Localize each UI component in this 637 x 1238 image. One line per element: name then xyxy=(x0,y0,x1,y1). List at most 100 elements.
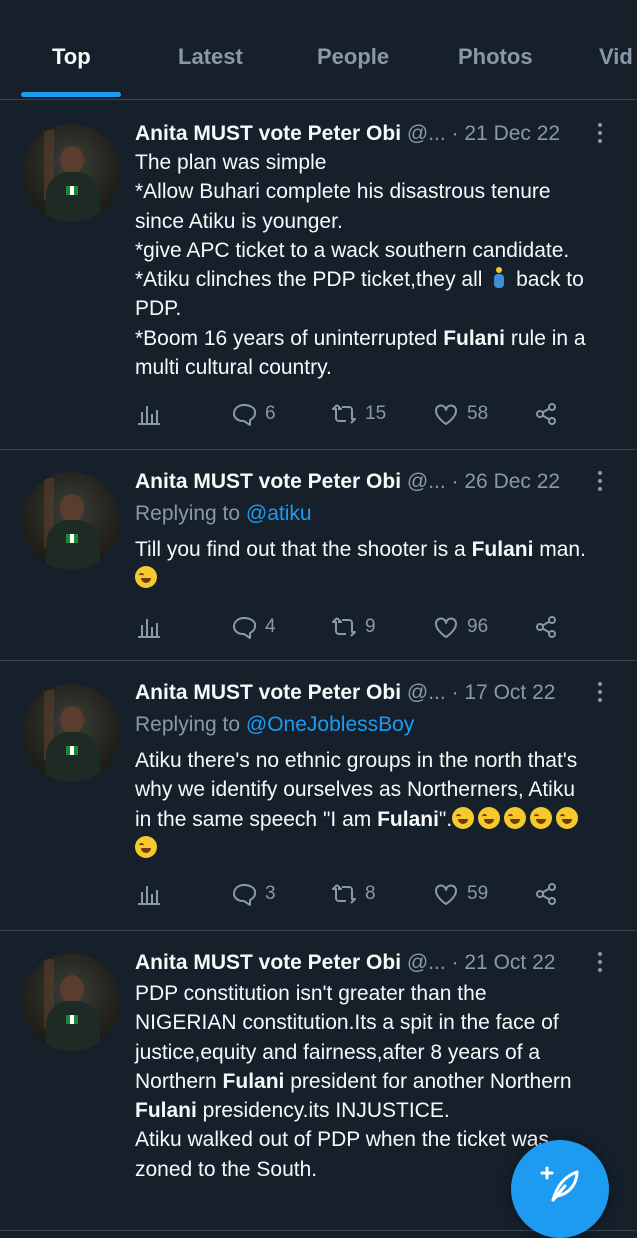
text-run: man. xyxy=(533,538,586,561)
avatar[interactable] xyxy=(22,124,120,222)
share-button[interactable] xyxy=(533,399,559,429)
text-run: Till you find out that the shooter is a xyxy=(135,538,472,561)
retweet-icon xyxy=(332,617,356,637)
tweet-text-line xyxy=(135,564,625,593)
replying-to-label: Replying to xyxy=(135,502,246,525)
text-run: back to xyxy=(510,268,584,292)
laughing-emoji-icon xyxy=(135,835,157,858)
more-dots-icon[interactable] xyxy=(596,952,604,976)
tweet-text-line: *give APC ticket to a wack southern cand… xyxy=(135,236,625,265)
reply-button[interactable]: 3 xyxy=(231,879,276,909)
heart-icon xyxy=(435,617,457,638)
like-button[interactable]: 58 xyxy=(433,399,488,429)
views-button[interactable] xyxy=(135,879,161,909)
author-name[interactable]: Anita MUST vote Peter Obi xyxy=(135,681,401,704)
author-handle[interactable]: @... xyxy=(401,951,446,974)
tweet-date[interactable]: 21 Dec 22 xyxy=(464,122,560,145)
tweet-text: Till you find out that the shooter is a … xyxy=(135,535,625,594)
highlighted-keyword: Fulani xyxy=(443,326,506,350)
text-run: *Allow Buhari complete his disastrous te… xyxy=(135,180,551,204)
tweet-date[interactable]: 26 Dec 22 xyxy=(464,470,560,493)
separator-dot: · xyxy=(445,681,465,704)
replies-count: 3 xyxy=(265,883,276,904)
views-button[interactable] xyxy=(135,399,161,429)
search-tabs: Top Latest People Photos Vid xyxy=(0,0,637,100)
speech-bubble-icon xyxy=(233,617,257,639)
reply-button[interactable]: 6 xyxy=(231,399,276,429)
separator-dot: · xyxy=(445,951,465,974)
tab-latest[interactable]: Latest xyxy=(178,44,243,70)
more-dots-icon[interactable] xyxy=(596,471,604,495)
text-run: since Atiku is younger. xyxy=(135,209,343,233)
author-name[interactable]: Anita MUST vote Peter Obi xyxy=(135,951,401,974)
highlighted-keyword: Fulani xyxy=(222,1069,285,1093)
share-button[interactable] xyxy=(533,879,559,909)
replying-to: Replying to @OneJoblessBoy xyxy=(135,713,414,737)
avatar[interactable] xyxy=(22,684,120,782)
author-handle[interactable]: @... xyxy=(401,681,446,704)
like-button[interactable]: 96 xyxy=(433,612,488,642)
replies-count: 4 xyxy=(265,616,276,637)
tweet-actions: 3 8 59 xyxy=(135,879,605,909)
speech-bubble-icon xyxy=(233,884,257,906)
laughing-emoji-icon xyxy=(556,806,579,829)
tweet-date[interactable]: 21 Oct 22 xyxy=(464,951,555,974)
bar-chart-icon xyxy=(138,406,160,425)
tweet-text-line: PDP constitution isn't greater than the xyxy=(135,979,625,1008)
views-button[interactable] xyxy=(135,612,161,642)
tab-people[interactable]: People xyxy=(317,44,389,70)
text-run: Atiku there's no ethnic groups in the no… xyxy=(135,749,578,772)
separator-dot: · xyxy=(445,122,465,145)
text-run: president for another Northern xyxy=(284,1069,572,1093)
bar-chart-icon xyxy=(138,886,160,905)
text-run: justice,equity and fairness,after 8 year… xyxy=(135,1040,541,1064)
tweet-header: Anita MUST vote Peter Obi @... · 17 Oct … xyxy=(135,681,555,705)
author-name[interactable]: Anita MUST vote Peter Obi xyxy=(135,122,401,145)
tweet-text-line: *Atiku clinches the PDP ticket,they all … xyxy=(135,265,625,294)
tweet-header: Anita MUST vote Peter Obi @... · 26 Dec … xyxy=(135,470,560,494)
retweet-icon xyxy=(332,404,356,424)
tab-videos[interactable]: Vid xyxy=(599,44,633,70)
mention-link[interactable]: @atiku xyxy=(246,502,312,525)
tweet[interactable]: Anita MUST vote Peter Obi @... · 17 Oct … xyxy=(0,661,637,931)
text-run: PDP. xyxy=(135,297,182,321)
more-dots-icon[interactable] xyxy=(596,123,604,147)
bar-chart-icon xyxy=(138,619,160,638)
laughing-emoji-icon xyxy=(478,806,501,829)
laughing-emoji-icon xyxy=(530,806,553,829)
compose-button[interactable] xyxy=(511,1140,609,1238)
tweet-text-line: in the same speech "I am Fulani". xyxy=(135,805,625,834)
likes-count: 58 xyxy=(467,403,489,424)
text-run: rule in a xyxy=(505,326,586,350)
replying-to-label: Replying to xyxy=(135,713,246,736)
tab-photos[interactable]: Photos xyxy=(458,44,533,70)
tweet-date[interactable]: 17 Oct 22 xyxy=(464,681,555,704)
retweet-button[interactable]: 15 xyxy=(331,399,386,429)
tweet-text-line: why we identify ourselves as Northerners… xyxy=(135,775,625,804)
running-emoji-icon xyxy=(488,267,510,289)
avatar[interactable] xyxy=(22,472,120,570)
retweet-button[interactable]: 8 xyxy=(331,879,376,909)
replying-to: Replying to @atiku xyxy=(135,502,312,526)
tweet-actions: 4 9 96 xyxy=(135,612,605,642)
text-run: NIGERIAN constitution.Its a spit in the … xyxy=(135,1011,559,1035)
avatar[interactable] xyxy=(22,953,120,1051)
retweets-count: 8 xyxy=(365,883,376,904)
active-tab-indicator xyxy=(21,92,121,97)
text-run: presidency.its INJUSTICE. xyxy=(196,1099,450,1123)
more-dots-icon[interactable] xyxy=(596,682,604,706)
like-button[interactable]: 59 xyxy=(433,879,488,909)
author-handle[interactable]: @... xyxy=(401,122,446,145)
retweet-button[interactable]: 9 xyxy=(331,612,376,642)
tweet[interactable]: Anita MUST vote Peter Obi @... · 26 Dec … xyxy=(0,450,637,661)
likes-count: 96 xyxy=(467,616,489,637)
tab-top[interactable]: Top xyxy=(52,44,91,70)
reply-button[interactable]: 4 xyxy=(231,612,276,642)
author-name[interactable]: Anita MUST vote Peter Obi xyxy=(135,470,401,493)
author-handle[interactable]: @... xyxy=(401,470,446,493)
mention-link[interactable]: @OneJoblessBoy xyxy=(246,713,414,736)
tweet[interactable]: Anita MUST vote Peter Obi @... · 21 Dec … xyxy=(0,101,637,450)
tweet-text-line: multi cultural country. xyxy=(135,353,625,382)
share-button[interactable] xyxy=(533,612,559,642)
highlighted-keyword: Fulani xyxy=(377,807,439,831)
